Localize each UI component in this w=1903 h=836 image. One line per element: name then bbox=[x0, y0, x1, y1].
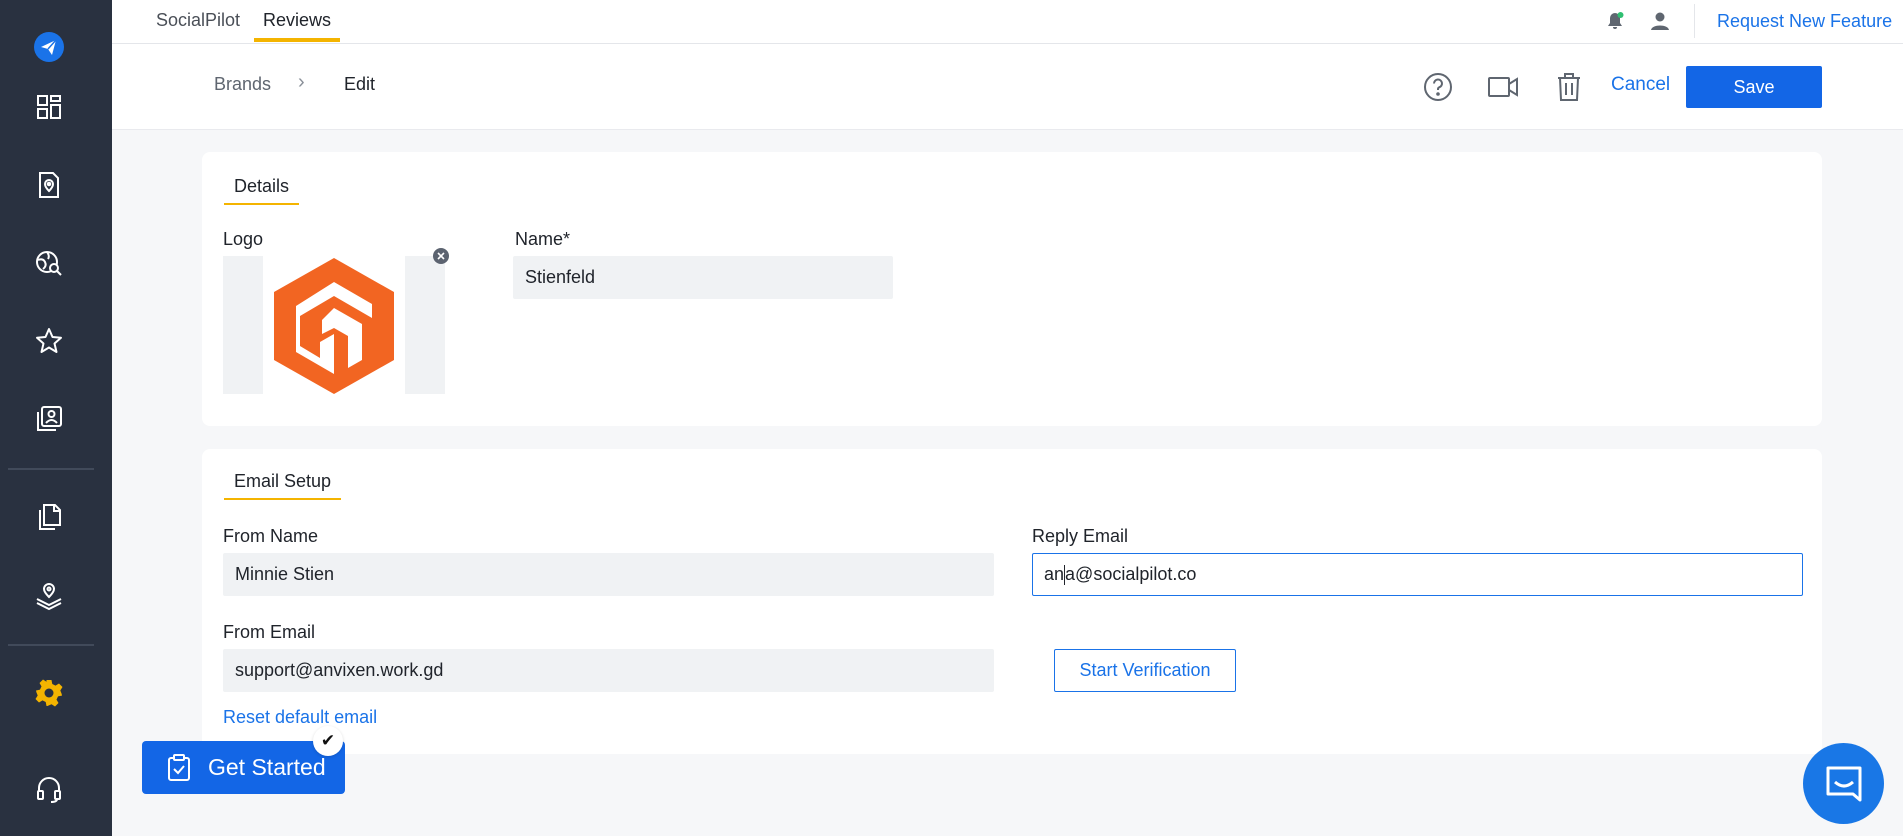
tab-reviews[interactable]: Reviews bbox=[254, 0, 341, 42]
tab-socialpilot[interactable]: SocialPilot bbox=[156, 0, 240, 42]
details-tab[interactable]: Details bbox=[224, 176, 300, 205]
clipboard-check-icon bbox=[168, 753, 190, 781]
location-document-icon[interactable] bbox=[30, 166, 68, 204]
user-account-icon[interactable] bbox=[1647, 8, 1673, 34]
breadcrumb-brands[interactable]: Brands bbox=[214, 74, 271, 95]
chat-bubble-icon bbox=[1826, 766, 1861, 801]
from-name-input[interactable]: Minnie Stien bbox=[223, 553, 994, 596]
sidebar-divider bbox=[8, 644, 94, 646]
reset-default-email-link[interactable]: Reset default email bbox=[223, 707, 377, 728]
name-input[interactable]: Stienfeld bbox=[513, 256, 893, 299]
from-name-value: Minnie Stien bbox=[235, 564, 335, 584]
reply-email-label: Reply Email bbox=[1032, 526, 1129, 546]
breadcrumb-current: Edit bbox=[344, 74, 376, 94]
reply-email-value-end: a@socialpilot.co bbox=[1065, 564, 1197, 584]
headset-icon[interactable] bbox=[30, 770, 68, 808]
trash-icon[interactable] bbox=[1552, 70, 1586, 104]
sidebar bbox=[0, 0, 112, 836]
documents-icon[interactable] bbox=[30, 498, 68, 536]
topbar-divider bbox=[1694, 4, 1695, 38]
name-input-value: Stienfeld bbox=[525, 267, 596, 287]
notification-bell-icon[interactable] bbox=[1602, 8, 1628, 34]
from-email-label: From Email bbox=[223, 622, 316, 642]
page-header: Brands › Edit Cancel Save bbox=[112, 44, 1903, 130]
help-icon[interactable] bbox=[1421, 70, 1455, 104]
star-icon[interactable] bbox=[30, 322, 68, 360]
get-started-button[interactable]: Get Started ✔ bbox=[142, 726, 345, 794]
sidebar-divider bbox=[8, 468, 94, 470]
from-name-label: From Name bbox=[223, 526, 319, 546]
gear-icon[interactable] bbox=[30, 674, 68, 712]
dashboard-icon[interactable] bbox=[30, 88, 68, 126]
video-icon[interactable] bbox=[1486, 70, 1520, 104]
reply-email-input[interactable]: an a@socialpilot.co bbox=[1032, 553, 1803, 596]
name-label: Name* bbox=[515, 229, 571, 249]
get-started-label: Get Started bbox=[208, 754, 326, 780]
brand-logo-image bbox=[263, 256, 405, 394]
details-card: Details Logo Name* Stienfeld bbox=[202, 152, 1822, 426]
remove-logo-icon[interactable] bbox=[433, 248, 449, 264]
from-email-input[interactable]: support@anvixen.work.gd bbox=[223, 649, 994, 692]
breadcrumb-separator: › bbox=[298, 71, 305, 93]
logo-preview[interactable] bbox=[223, 256, 445, 394]
user-profile-icon[interactable] bbox=[30, 400, 68, 438]
top-bar: SocialPilot Reviews Request New Feature bbox=[112, 0, 1903, 44]
save-button[interactable]: Save bbox=[1686, 66, 1822, 108]
location-layers-icon[interactable] bbox=[30, 576, 68, 614]
email-setup-card: Email Setup From Name Minnie Stien Reply… bbox=[202, 449, 1822, 754]
chat-support-button[interactable] bbox=[1803, 743, 1884, 824]
send-icon[interactable] bbox=[30, 28, 68, 66]
logo-label: Logo bbox=[223, 229, 264, 249]
email-setup-tab[interactable]: Email Setup bbox=[224, 471, 342, 500]
start-verification-button[interactable]: Start Verification bbox=[1054, 649, 1236, 692]
checkmark-icon: ✔ bbox=[313, 726, 343, 756]
request-new-feature-link[interactable]: Request New Feature bbox=[1717, 0, 1892, 42]
global-search-icon[interactable] bbox=[30, 244, 68, 282]
reply-email-value-start: an bbox=[1044, 564, 1065, 584]
from-email-value: support@anvixen.work.gd bbox=[235, 660, 444, 680]
cancel-button[interactable]: Cancel bbox=[1611, 74, 1670, 96]
